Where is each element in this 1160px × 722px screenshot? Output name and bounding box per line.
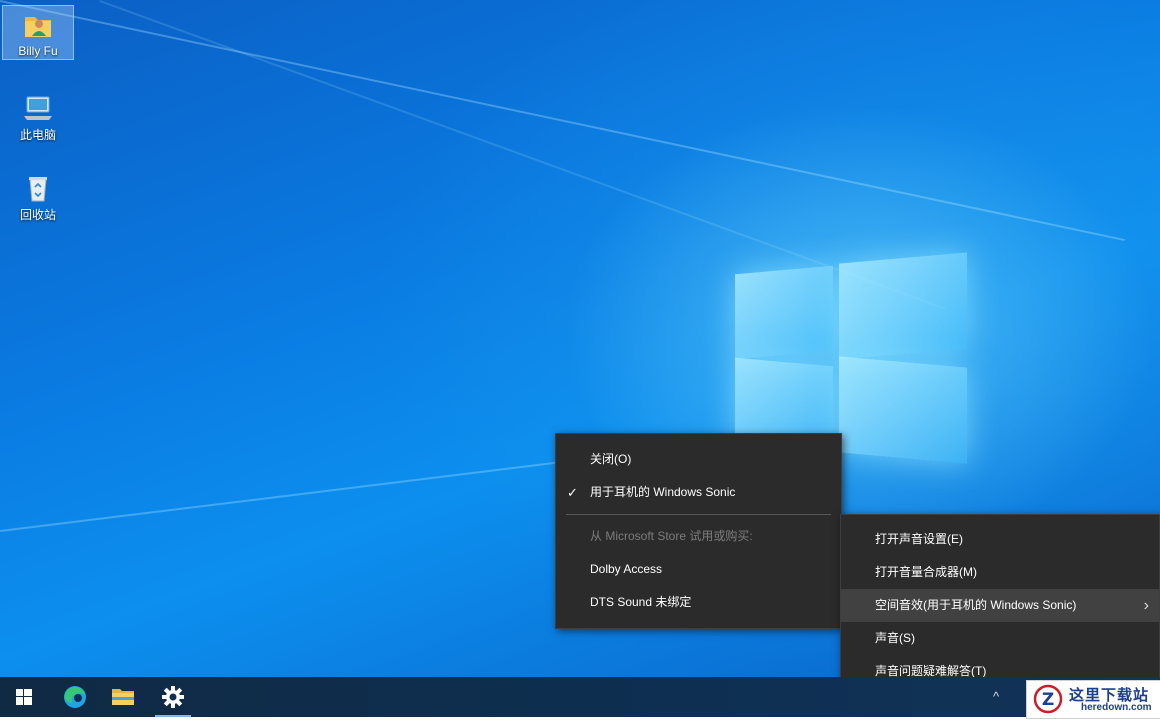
user-folder-icon <box>22 10 54 42</box>
menu-item-label: 打开声音设置(E) <box>875 532 963 546</box>
computer-icon <box>22 92 54 124</box>
menu-item-open-volume-mixer[interactable]: 打开音量合成器(M) <box>841 556 1159 589</box>
menu-item-label: DTS Sound 未绑定 <box>590 595 692 609</box>
file-explorer-taskbar-button[interactable] <box>99 677 147 717</box>
menu-store-header: 从 Microsoft Store 试用或购买: <box>556 520 841 553</box>
menu-item-label: 用于耳机的 Windows Sonic <box>590 485 736 499</box>
menu-item-label: 声音问题疑难解答(T) <box>875 664 987 677</box>
taskbar: ^ <box>0 677 1160 717</box>
sound-context-menu: 打开声音设置(E) 打开音量合成器(M) 空间音效(用于耳机的 Windows … <box>840 514 1160 677</box>
menu-item-label: 空间音效(用于耳机的 Windows Sonic) <box>875 598 1077 612</box>
spatial-audio-submenu: 关闭(O) ✓ 用于耳机的 Windows Sonic 从 Microsoft … <box>555 433 842 629</box>
start-button[interactable] <box>0 677 48 717</box>
recycle-bin-icon <box>22 172 54 204</box>
desktop-icon-this-pc[interactable]: 此电脑 <box>3 88 73 142</box>
start-icon <box>16 689 32 705</box>
checkmark-icon: ✓ <box>567 485 578 500</box>
menu-item-label: Dolby Access <box>590 562 663 576</box>
watermark: Z 这里下载站 heredown.com <box>1026 680 1160 719</box>
desktop-icon-user[interactable]: Billy Fu <box>2 5 74 60</box>
menu-item-sounds[interactable]: 声音(S) <box>841 622 1159 655</box>
desktop-icon-label: 回收站 <box>19 208 56 222</box>
chevron-right-icon: › <box>1143 597 1149 614</box>
menu-item-spatial-sound[interactable]: 空间音效(用于耳机的 Windows Sonic) › <box>841 589 1159 622</box>
menu-item-label: 打开音量合成器(M) <box>875 565 977 579</box>
menu-item-label: 关闭(O) <box>590 452 632 466</box>
menu-item-open-sound-settings[interactable]: 打开声音设置(E) <box>841 523 1159 556</box>
menu-item-dolby-access[interactable]: Dolby Access <box>556 553 841 586</box>
svg-text:Z: Z <box>1042 690 1054 710</box>
menu-item-label: 声音(S) <box>875 631 915 645</box>
settings-taskbar-button[interactable] <box>149 677 197 717</box>
edge-icon <box>64 686 86 708</box>
menu-item-troubleshoot-sound[interactable]: 声音问题疑难解答(T) <box>841 655 1159 677</box>
menu-item-spatial-off[interactable]: 关闭(O) <box>556 443 841 476</box>
file-explorer-icon <box>112 689 134 705</box>
desktop-wallpaper: Billy Fu 此电脑 回收站 关闭(O) ✓ 用于耳机的 Windows S… <box>0 0 1160 677</box>
menu-item-dts-sound[interactable]: DTS Sound 未绑定 <box>556 586 841 619</box>
settings-icon <box>162 686 184 708</box>
heredown-logo-icon: Z <box>1033 684 1063 714</box>
light-beam <box>0 0 1125 242</box>
desktop-icon-label: Billy Fu <box>18 44 58 58</box>
desktop-icon-recycle-bin[interactable]: 回收站 <box>3 168 73 222</box>
menu-item-windows-sonic[interactable]: ✓ 用于耳机的 Windows Sonic <box>556 476 841 509</box>
menu-separator <box>566 514 831 515</box>
menu-item-label: 从 Microsoft Store 试用或购买: <box>590 529 753 543</box>
tray-overflow-chevron-icon[interactable]: ^ <box>993 689 999 704</box>
desktop-icon-label: 此电脑 <box>19 128 56 142</box>
watermark-url: heredown.com <box>1081 702 1152 713</box>
edge-taskbar-button[interactable] <box>51 677 99 717</box>
